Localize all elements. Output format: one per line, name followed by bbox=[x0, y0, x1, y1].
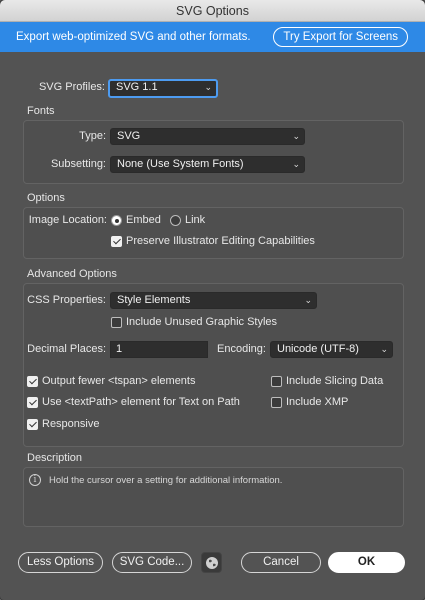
subsetting-select[interactable]: None (Use System Fonts) ⌄ bbox=[110, 156, 305, 173]
textpath-label: Use <textPath> element for Text on Path bbox=[42, 396, 240, 408]
embed-radio[interactable] bbox=[111, 215, 122, 226]
font-type-select[interactable]: SVG ⌄ bbox=[110, 128, 305, 145]
image-location-label: Image Location: bbox=[28, 214, 107, 226]
slicing-data-label: Include Slicing Data bbox=[286, 375, 384, 387]
encoding-select[interactable]: Unicode (UTF-8) ⌄ bbox=[270, 341, 393, 358]
subsetting-label: Subsetting: bbox=[50, 158, 106, 170]
preserve-editing-checkbox[interactable] bbox=[111, 236, 122, 247]
less-options-button[interactable]: Less Options bbox=[18, 552, 103, 573]
css-properties-label: CSS Properties: bbox=[27, 294, 106, 306]
preserve-editing-label: Preserve Illustrator Editing Capabilitie… bbox=[126, 235, 315, 247]
chevron-down-icon: ⌄ bbox=[304, 295, 312, 305]
include-xmp-label: Include XMP bbox=[286, 396, 349, 408]
chevron-down-icon: ⌄ bbox=[292, 159, 300, 169]
chevron-down-icon: ⌄ bbox=[292, 131, 300, 141]
font-type-label: Type: bbox=[79, 130, 106, 142]
css-properties-value: Style Elements bbox=[117, 294, 191, 306]
subsetting-value: None (Use System Fonts) bbox=[117, 158, 244, 170]
dialog-content: SVG Profiles: SVG 1.1 ⌄ Fonts Type: SVG … bbox=[0, 52, 425, 600]
fonts-section-label: Fonts bbox=[27, 105, 55, 117]
slicing-data-checkbox[interactable] bbox=[271, 376, 282, 387]
fewer-tspan-label: Output fewer <tspan> elements bbox=[42, 375, 196, 387]
options-section-label: Options bbox=[27, 192, 65, 204]
fewer-tspan-checkbox[interactable] bbox=[27, 376, 38, 387]
svg-options-dialog: SVG Options Export web-optimized SVG and… bbox=[0, 0, 425, 600]
unused-styles-label: Include Unused Graphic Styles bbox=[126, 316, 278, 328]
decimal-places-label: Decimal Places: bbox=[27, 343, 106, 355]
css-properties-select[interactable]: Style Elements ⌄ bbox=[110, 292, 317, 309]
responsive-label: Responsive bbox=[42, 418, 100, 430]
svg-code-button[interactable]: SVG Code... bbox=[112, 552, 192, 573]
banner-text: Export web-optimized SVG and other forma… bbox=[16, 31, 251, 43]
try-export-for-screens-button[interactable]: Try Export for Screens bbox=[273, 27, 408, 47]
decimal-places-input[interactable]: 1 bbox=[110, 341, 208, 358]
cancel-button[interactable]: Cancel bbox=[241, 552, 321, 573]
ok-button[interactable]: OK bbox=[328, 552, 405, 573]
chevron-down-icon: ⌄ bbox=[204, 82, 212, 92]
textpath-checkbox[interactable] bbox=[27, 397, 38, 408]
browser-preview-button[interactable] bbox=[201, 552, 222, 573]
globe-icon bbox=[206, 557, 218, 569]
encoding-label: Encoding: bbox=[217, 343, 266, 355]
svg-profiles-label: SVG Profiles: bbox=[38, 81, 105, 93]
link-radio[interactable] bbox=[170, 215, 181, 226]
include-xmp-checkbox[interactable] bbox=[271, 397, 282, 408]
description-text: Hold the cursor over a setting for addit… bbox=[49, 475, 283, 486]
link-label: Link bbox=[185, 214, 206, 226]
encoding-value: Unicode (UTF-8) bbox=[277, 343, 359, 355]
info-icon: i bbox=[29, 474, 41, 486]
svg-profiles-select[interactable]: SVG 1.1 ⌄ bbox=[108, 79, 218, 98]
description-section-label: Description bbox=[27, 452, 83, 464]
responsive-checkbox[interactable] bbox=[27, 419, 38, 430]
svg-profiles-value: SVG 1.1 bbox=[116, 81, 158, 93]
unused-styles-checkbox[interactable] bbox=[111, 317, 122, 328]
font-type-value: SVG bbox=[117, 130, 141, 142]
chevron-down-icon: ⌄ bbox=[380, 344, 388, 354]
embed-label: Embed bbox=[126, 214, 161, 226]
advanced-section-label: Advanced Options bbox=[27, 268, 117, 280]
export-banner: Export web-optimized SVG and other forma… bbox=[0, 22, 425, 52]
dialog-title: SVG Options bbox=[0, 0, 425, 22]
